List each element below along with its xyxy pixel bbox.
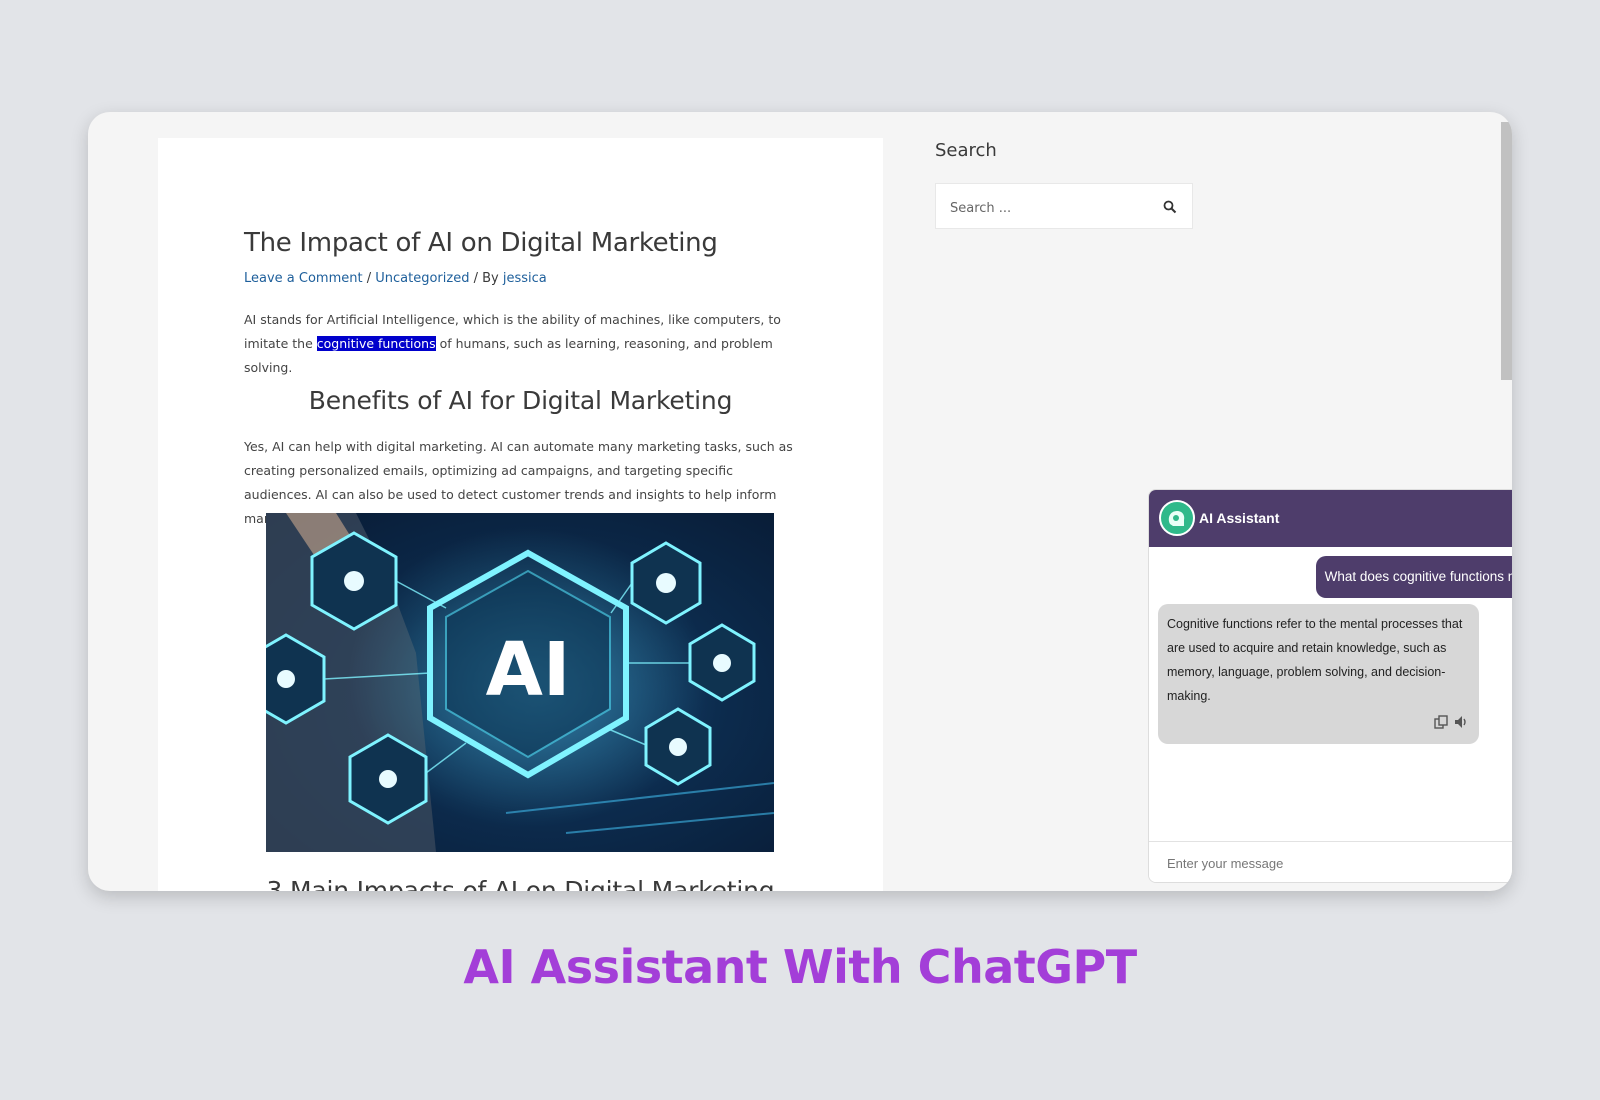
browser-window: The Impact of AI on Digital Marketing Le… — [88, 112, 1512, 891]
author-link[interactable]: jessica — [503, 271, 547, 286]
intro-paragraph: AI stands for Artificial Intelligence, w… — [244, 308, 804, 380]
search-icon[interactable] — [1162, 199, 1178, 215]
post-meta: Leave a Comment / Uncategorized / By jes… — [244, 271, 547, 286]
meta-separator: / — [362, 271, 376, 286]
scrollbar-thumb[interactable] — [1501, 122, 1512, 380]
meta-by: / By — [469, 271, 503, 286]
leave-comment-link[interactable]: Leave a Comment — [244, 271, 363, 286]
copy-icon[interactable] — [1433, 714, 1449, 730]
assistant-message-text: Cognitive functions refer to the mental … — [1167, 617, 1463, 703]
assistant-message: Cognitive functions refer to the mental … — [1158, 604, 1479, 744]
article: The Impact of AI on Digital Marketing Le… — [158, 138, 883, 891]
assistant-avatar-icon — [1159, 500, 1195, 536]
ai-assistant-chat: AI Assistant What does cognitive functio… — [1148, 489, 1512, 883]
chat-title: AI Assistant — [1199, 510, 1280, 526]
search-form — [935, 183, 1193, 229]
post-title: The Impact of AI on Digital Marketing — [244, 228, 718, 258]
search-input[interactable] — [948, 196, 1152, 220]
impacts-heading: 3 Main Impacts of AI on Digital Marketin… — [266, 876, 775, 891]
user-message: What does cognitive functions mean? — [1315, 556, 1512, 598]
hero-image: AI — [266, 513, 774, 852]
speaker-icon[interactable] — [1453, 714, 1469, 730]
chat-input-row — [1149, 841, 1512, 882]
category-link[interactable]: Uncategorized — [375, 271, 469, 286]
ai-illustration: AI — [266, 513, 774, 852]
chat-header: AI Assistant — [1149, 490, 1512, 547]
selected-text[interactable]: cognitive functions — [316, 336, 436, 351]
promo-caption: AI Assistant With ChatGPT — [463, 940, 1137, 994]
chat-message-input[interactable] — [1165, 851, 1509, 875]
hero-ai-label: AI — [486, 627, 571, 713]
benefits-heading: Benefits of AI for Digital Marketing — [308, 386, 733, 415]
search-widget-title: Search — [935, 140, 997, 161]
